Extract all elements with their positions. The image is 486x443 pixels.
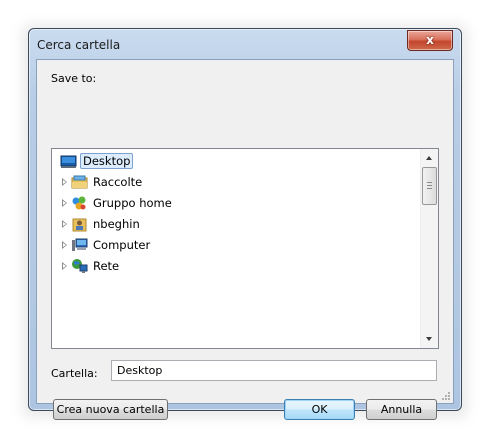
tree-item-nbeghin[interactable]: nbeghin — [52, 215, 412, 234]
scroll-up-icon[interactable] — [426, 156, 432, 160]
dialog-body: Save to: Desktop Raccolte Gruppo home nb… — [36, 59, 454, 420]
computer-icon — [72, 238, 88, 251]
libraries-icon — [71, 175, 88, 189]
tree-item-label: Gruppo home — [93, 196, 172, 210]
tree-scrollbar[interactable] — [420, 149, 438, 348]
tree-item-desktop[interactable]: Desktop — [52, 152, 412, 171]
tree-item-label: Desktop — [80, 153, 134, 169]
resize-grip-icon[interactable] — [441, 391, 451, 401]
scroll-thumb[interactable] — [422, 167, 437, 205]
tree-item-label: nbeghin — [93, 217, 140, 231]
folder-label: Cartella: — [51, 367, 98, 380]
ok-button[interactable]: OK — [284, 399, 355, 420]
expand-arrow-icon[interactable] — [62, 241, 67, 249]
network-icon — [72, 259, 88, 273]
tree-item-computer[interactable]: Computer — [52, 236, 412, 255]
expand-arrow-icon[interactable] — [62, 220, 67, 228]
homegroup-icon — [72, 196, 86, 210]
desktop-icon — [60, 155, 77, 168]
tree-item-rete[interactable]: Rete — [52, 257, 412, 276]
tree-item-label: Raccolte — [93, 175, 143, 189]
folder-tree[interactable]: Desktop Raccolte Gruppo home nbeghin Com… — [51, 148, 439, 349]
close-button[interactable]: x — [407, 30, 453, 51]
browse-folder-dialog: Cerca cartella x Save to: Desktop Raccol… — [28, 28, 462, 420]
window-title: Cerca cartella — [37, 38, 121, 52]
title-bar[interactable]: Cerca cartella x — [29, 29, 461, 58]
new-folder-button[interactable]: Crea nuova cartella — [53, 399, 168, 420]
expand-arrow-icon[interactable] — [62, 262, 67, 270]
scroll-down-icon[interactable] — [426, 337, 432, 341]
tree-item-label: Computer — [93, 238, 151, 252]
expand-arrow-icon[interactable] — [62, 199, 67, 207]
user-folder-icon — [72, 218, 87, 232]
close-icon: x — [426, 33, 434, 47]
save-to-label: Save to: — [51, 72, 97, 85]
tree-item-label: Rete — [93, 259, 120, 273]
tree-item-gruppo-home[interactable]: Gruppo home — [52, 194, 412, 213]
cancel-button[interactable]: Annulla — [366, 399, 437, 420]
expand-arrow-icon[interactable] — [62, 178, 67, 186]
folder-input[interactable]: Desktop — [111, 360, 437, 381]
tree-item-raccolte[interactable]: Raccolte — [52, 173, 412, 192]
